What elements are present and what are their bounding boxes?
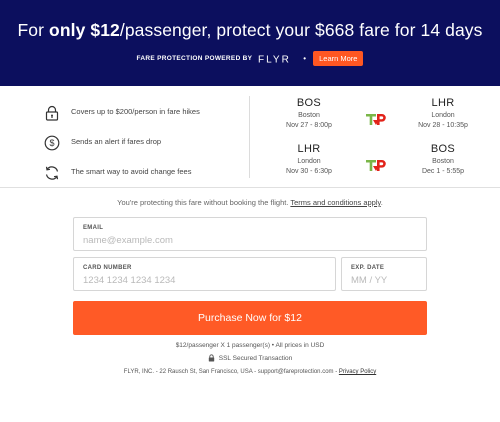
learn-more-button[interactable]: Learn More: [313, 51, 364, 66]
airport-code: BOS: [430, 143, 456, 155]
exp-date-field[interactable]: EXP. DATE: [341, 257, 427, 291]
terms-link[interactable]: Terms and conditions apply: [290, 198, 380, 207]
notice-text: You're protecting this fare without book…: [117, 198, 291, 207]
city-name: London: [297, 158, 321, 165]
flight-2-destination: BOS Boston Dec 1 - 5:55p: [413, 143, 473, 175]
flyr-logo-mark: FLYR: [258, 54, 291, 64]
price-note: $12/passenger X 1 passenger(s) • All pri…: [175, 342, 325, 349]
powered-by-row: FARE PROTECTION POWERED BY FLYR • Learn …: [0, 51, 500, 66]
lock-icon: [45, 105, 59, 121]
headline-prefix: For: [17, 20, 50, 40]
benefit-item-change-fees: The smart way to avoid change fees: [44, 163, 191, 183]
flight-2-origin: LHR London Nov 30 - 6:30p: [279, 143, 339, 175]
tap-portugal-logo: [366, 160, 386, 171]
flight-datetime: Nov 30 - 6:30p: [286, 168, 332, 175]
vertical-divider: [249, 96, 250, 178]
benefit-item-fare-hikes: Covers up to $200/person in fare hikes: [44, 103, 200, 123]
benefit-text: The smart way to avoid change fees: [71, 167, 192, 176]
purchase-button[interactable]: Purchase Now for $12: [73, 301, 427, 335]
protection-notice: You're protecting this fare without book…: [0, 198, 500, 207]
ssl-note: SSL Secured Transaction: [0, 354, 500, 362]
footer-text: FLYR, INC. - 22 Rausch St, San Francisco…: [123, 369, 339, 375]
header-banner: For only $12/passenger, protect your $66…: [0, 0, 500, 86]
lock-small-icon: [208, 354, 214, 362]
tap-portugal-logo: [366, 114, 386, 125]
card-number-input[interactable]: [83, 275, 326, 286]
headline-suffix: /passenger, protect your $668 fare for 1…: [119, 20, 483, 40]
notice-period: .: [380, 198, 383, 207]
email-label: EMAIL: [83, 225, 104, 231]
email-input[interactable]: [83, 235, 417, 246]
airport-code: BOS: [296, 97, 322, 109]
ssl-text: SSL Secured Transaction: [218, 354, 293, 362]
card-number-label: CARD NUMBER: [83, 265, 132, 271]
flight-1-origin: BOS Boston Nov 27 - 8:00p: [279, 97, 339, 129]
flight-datetime: Nov 27 - 8:00p: [286, 122, 332, 129]
city-name: London: [431, 112, 455, 119]
separator-dot: •: [303, 54, 307, 63]
flyr-logo-text: FLYR: [258, 54, 291, 64]
benefit-text: Sends an alert if fares drop: [71, 137, 162, 146]
flight-datetime: Nov 28 - 10:35p: [418, 122, 468, 129]
exp-date-input[interactable]: [351, 275, 417, 286]
city-name: Boston: [432, 158, 454, 165]
headline: For only $12/passenger, protect your $66…: [0, 20, 500, 41]
airport-code: LHR: [297, 143, 321, 155]
footer: FLYR, INC. - 22 Rausch St, San Francisco…: [0, 369, 500, 375]
airport-code: LHR: [431, 97, 455, 109]
flight-1-destination: LHR London Nov 28 - 10:35p: [413, 97, 473, 129]
flyr-logo: FLYR: [258, 54, 298, 64]
powered-by-text: FARE PROTECTION POWERED BY: [136, 55, 253, 62]
benefit-item-alert: $ Sends an alert if fares drop: [44, 133, 161, 153]
city-name: Boston: [298, 112, 320, 119]
headline-price: only $12: [49, 20, 120, 40]
email-field[interactable]: EMAIL: [73, 217, 427, 251]
benefit-text: Covers up to $200/person in fare hikes: [71, 107, 200, 116]
dollar-circle-icon: $: [44, 135, 60, 151]
svg-text:$: $: [49, 138, 54, 148]
card-number-field[interactable]: CARD NUMBER: [73, 257, 336, 291]
flight-datetime: Dec 1 - 5:55p: [421, 168, 465, 175]
exp-date-label: EXP. DATE: [351, 265, 385, 271]
privacy-policy-link[interactable]: Privacy Policy: [339, 369, 376, 375]
refresh-icon: [45, 166, 59, 180]
